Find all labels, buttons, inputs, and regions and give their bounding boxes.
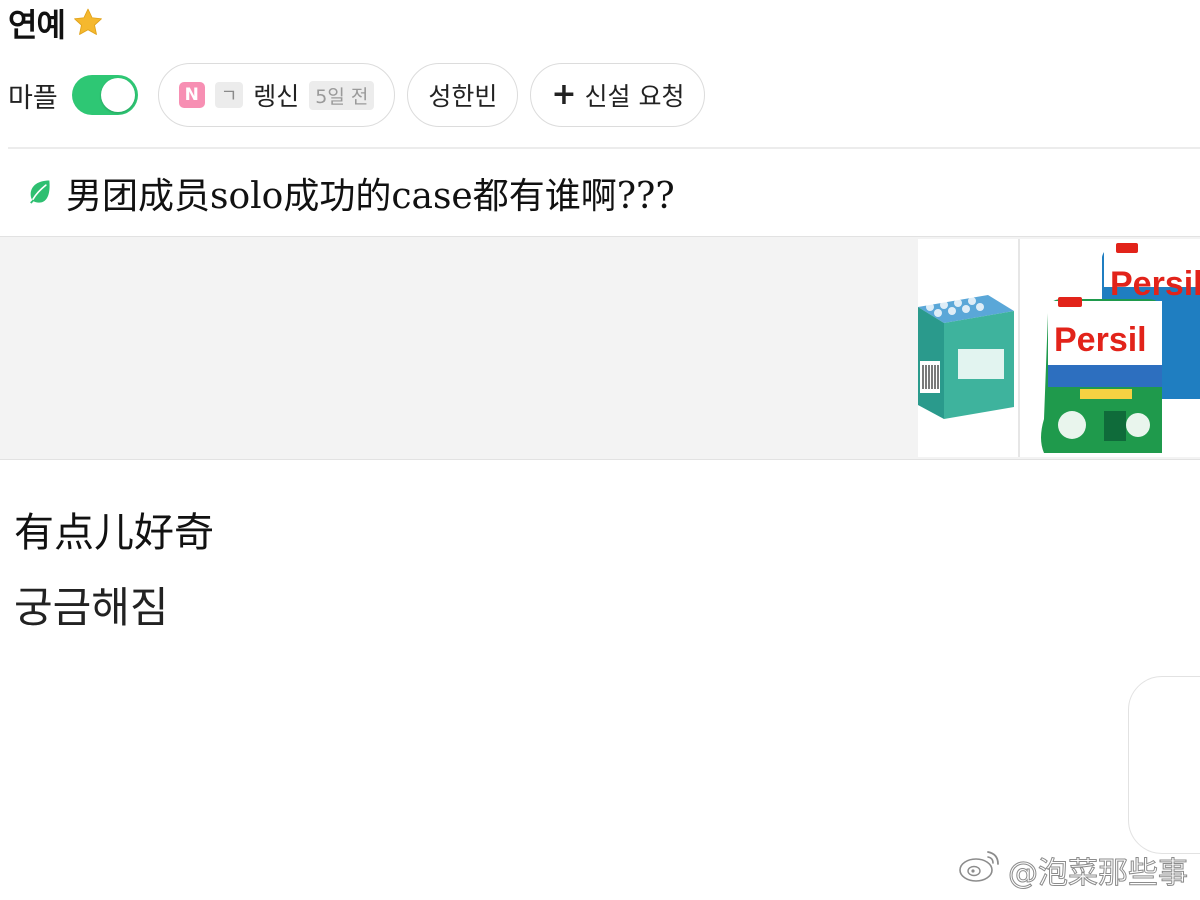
chip-label: 신설 요청 bbox=[584, 82, 685, 111]
new-badge: N bbox=[178, 82, 205, 108]
filter-bar: 마플 N ㄱ 렝신 5일 전 성한빈 + 신설 요청 bbox=[8, 62, 706, 128]
new-request-button[interactable]: + 신설 요청 bbox=[530, 63, 706, 127]
product-box-image[interactable] bbox=[918, 239, 1020, 457]
weibo-icon bbox=[958, 848, 1002, 892]
toggle-knob bbox=[100, 78, 135, 112]
star-icon[interactable] bbox=[71, 6, 105, 40]
chip-sunghanbin[interactable]: 성한빈 bbox=[407, 63, 519, 127]
post-title-row: 男团成员solo成功的case都有谁啊??? bbox=[26, 160, 675, 226]
product-persil-image[interactable]: Persil Persil bbox=[1020, 239, 1200, 457]
floating-action-button[interactable] bbox=[1128, 676, 1200, 854]
post-body-korean: 궁금해짐 bbox=[14, 583, 169, 632]
category-header: 연예 bbox=[8, 0, 105, 46]
plus-icon: + bbox=[551, 77, 577, 112]
watermark-text: @泡菜那些事 bbox=[1008, 856, 1189, 892]
post-body-chinese: 有点儿好奇 bbox=[14, 510, 214, 556]
mapl-label: 마플 bbox=[8, 82, 58, 114]
watermark: @泡菜那些事 bbox=[958, 848, 1189, 892]
ad-banner[interactable]: Persil Persil bbox=[0, 236, 1200, 460]
mapl-toggle[interactable] bbox=[71, 75, 138, 115]
persil-logo-front: Persil bbox=[1054, 321, 1147, 359]
persil-logo-back: Persil bbox=[1110, 265, 1200, 303]
page: 연예 마플 N ㄱ 렝신 5일 전 성한빈 + 신설 요청 男团成员solo成功… bbox=[0, 0, 1200, 900]
leaf-icon bbox=[26, 177, 54, 209]
chip-label: 렝신 bbox=[253, 82, 300, 111]
chip-rengsin[interactable]: N ㄱ 렝신 5일 전 bbox=[157, 63, 396, 127]
chip-time: 5일 전 bbox=[309, 80, 375, 110]
chip-label: 성한빈 bbox=[428, 82, 498, 111]
post-title: 男团成员solo成功的case都有谁啊??? bbox=[66, 176, 675, 217]
category-title: 연예 bbox=[8, 6, 66, 44]
chip-letter-badge: ㄱ bbox=[214, 82, 244, 108]
divider bbox=[8, 147, 1200, 149]
